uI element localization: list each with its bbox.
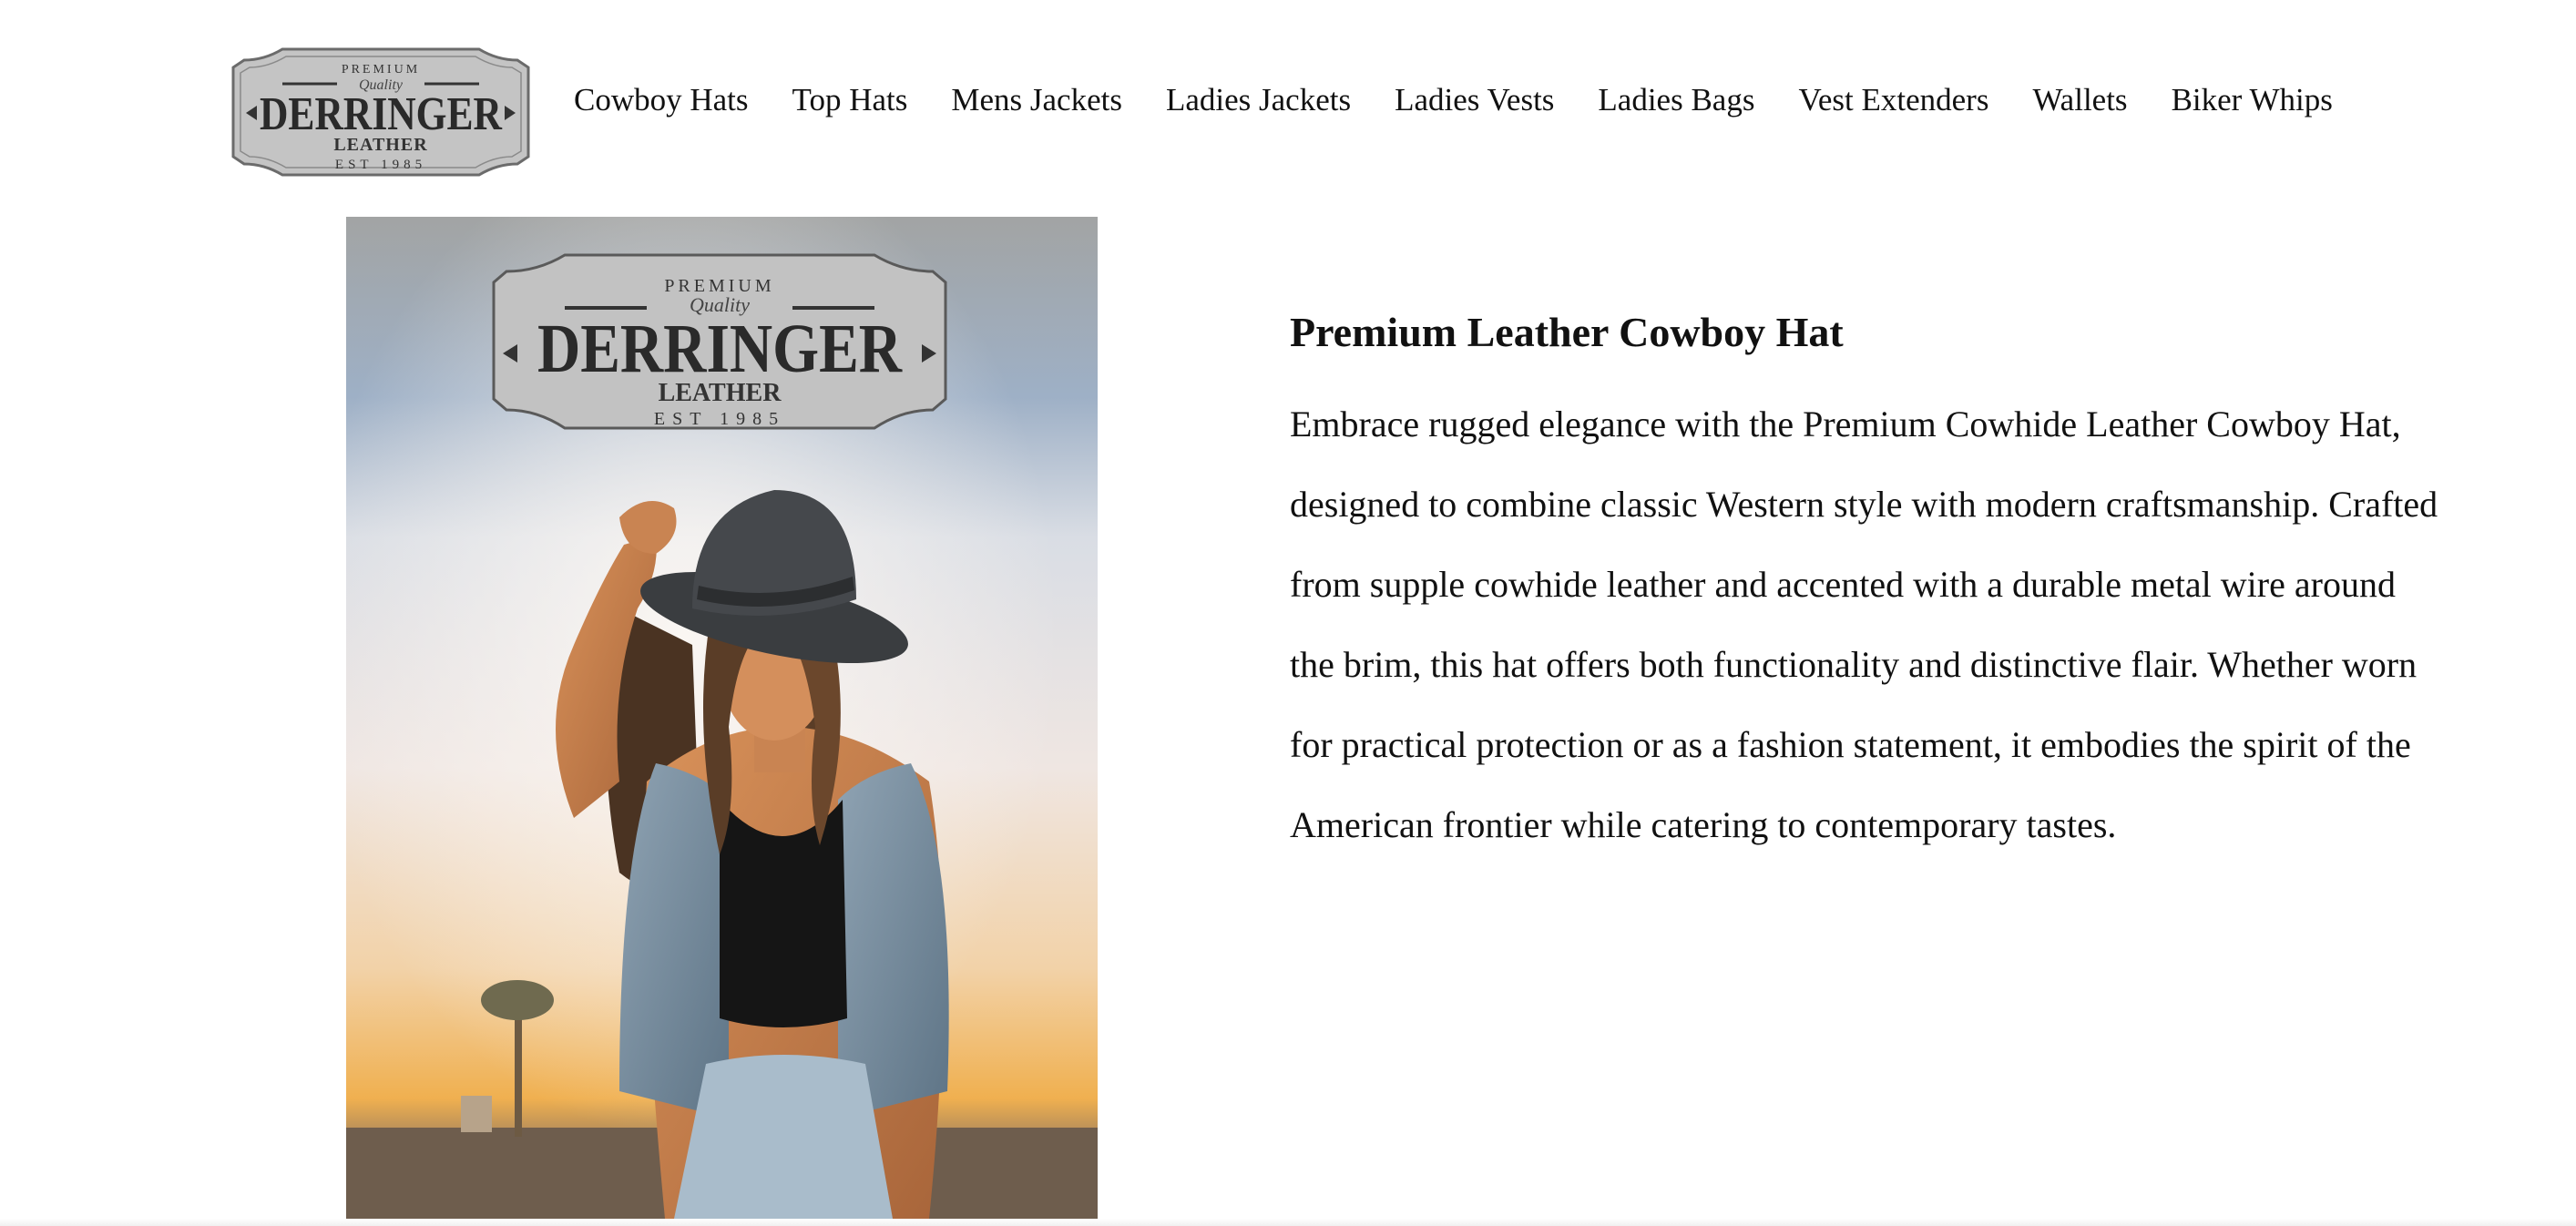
svg-text:EST 1985: EST 1985 [335,158,426,172]
svg-text:DERRINGER: DERRINGER [260,88,503,140]
svg-text:EST 1985: EST 1985 [654,409,785,429]
main-nav: Cowboy Hats Top Hats Mens Jackets Ladies… [574,76,2333,125]
nav-item-cowboy-hats[interactable]: Cowboy Hats [574,76,749,125]
nav-item-ladies-vests[interactable]: Ladies Vests [1395,76,1554,125]
svg-text:LEATHER: LEATHER [659,379,782,407]
nav-item-vest-extenders[interactable]: Vest Extenders [1798,76,1988,125]
product-details: Premium Leather Cowboy Hat Embrace rugge… [1290,301,2447,865]
logo-badge-icon: PREMIUM Quality DERRINGER LEATHER EST 19… [231,47,530,177]
nav-item-ladies-bags[interactable]: Ladies Bags [1598,76,1754,125]
nav-item-top-hats[interactable]: Top Hats [792,76,908,125]
derringer-logo[interactable]: PREMIUM Quality DERRINGER LEATHER EST 19… [228,40,534,177]
svg-text:DERRINGER: DERRINGER [537,311,903,387]
nav-item-wallets[interactable]: Wallets [2032,76,2127,125]
page-bottom-edge [0,1219,2576,1226]
svg-text:LEATHER: LEATHER [333,135,427,155]
nav-item-biker-whips[interactable]: Biker Whips [2172,76,2333,125]
nav-item-ladies-jackets[interactable]: Ladies Jackets [1166,76,1351,125]
photo-logo-icon: PREMIUM Quality DERRINGER LEATHER EST 19… [492,253,947,430]
product-title: Premium Leather Cowboy Hat [1290,309,1844,355]
product-photo: PREMIUM Quality DERRINGER LEATHER EST 19… [346,217,1098,1219]
product-page: PREMIUM Quality DERRINGER LEATHER EST 19… [0,0,2576,1226]
svg-text:PREMIUM: PREMIUM [342,63,420,77]
product-description: Embrace rugged elegance with the Premium… [1290,404,2438,845]
product-image: PREMIUM Quality DERRINGER LEATHER EST 19… [346,217,1098,1219]
nav-item-mens-jackets[interactable]: Mens Jackets [951,76,1122,125]
